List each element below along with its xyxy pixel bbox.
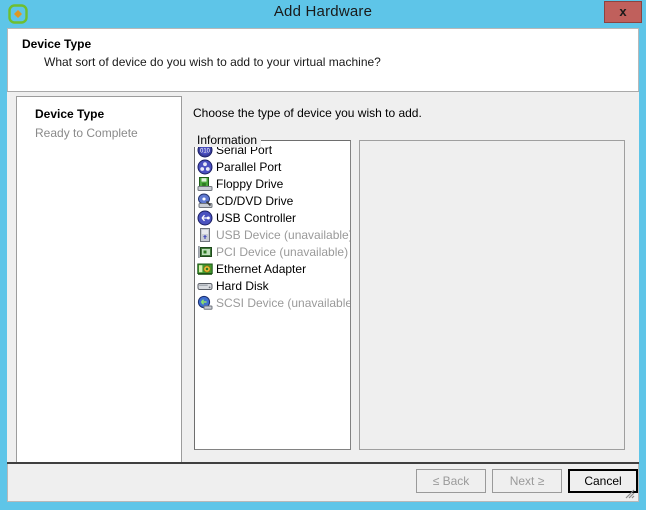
cd-dvd-drive-icon [197,193,213,209]
page-title: Device Type [22,37,92,51]
list-item[interactable]: Ethernet Adapter [195,260,350,277]
list-item-label: USB Controller [216,210,297,225]
list-item[interactable]: Floppy Drive [195,175,350,192]
list-item-label: Floppy Drive [216,176,284,191]
hard-disk-icon [197,278,213,294]
usb-device-icon [197,227,213,243]
list-item: USB Device (unavailable) [195,226,350,243]
content-area: Choose the type of device you wish to ad… [183,92,639,482]
next-button[interactable]: Next ≥ [492,469,562,493]
dialog-footer: ≤ Back Next ≥ Cancel [7,464,639,502]
list-item-label: USB Device (unavailable) [216,227,351,242]
list-item-label: PCI Device (unavailable) [216,244,349,259]
dialog-header: Device Type What sort of device do you w… [7,28,639,91]
resize-grip-icon[interactable] [623,487,635,499]
parallel-port-icon [197,159,213,175]
device-type-listbox[interactable]: 010 Serial Port Parallel Port Floppy Dri… [194,140,351,450]
choose-device-prompt: Choose the type of device you wish to ad… [193,106,422,120]
sidebar-item-device-type[interactable]: Device Type [35,107,104,121]
scsi-device-icon [197,295,213,311]
list-item-label: Parallel Port [216,159,282,174]
list-item[interactable]: Hard Disk [195,277,350,294]
dialog-body: Device Type Ready to Complete Choose the… [7,92,639,482]
close-icon[interactable]: x [604,1,642,23]
usb-controller-icon [197,210,213,226]
ethernet-adapter-icon [197,261,213,277]
svg-text:010: 010 [200,148,211,154]
information-panel [359,140,625,450]
sidebar-item-ready-to-complete[interactable]: Ready to Complete [35,126,138,140]
list-item: SCSI Device (unavailable) [195,294,350,311]
back-button[interactable]: ≤ Back [416,469,486,493]
list-item: PCI Device (unavailable) [195,243,350,260]
list-item[interactable]: USB Controller [195,209,350,226]
page-subtitle: What sort of device do you wish to add t… [44,55,381,69]
list-item[interactable]: CD/DVD Drive [195,192,350,209]
pci-device-icon [197,244,213,260]
list-item[interactable]: Parallel Port [195,158,350,175]
list-item-label: CD/DVD Drive [216,193,294,208]
window-title: Add Hardware [273,3,373,20]
add-hardware-dialog: Add Hardware x Device Type What sort of … [0,0,646,510]
list-item-label: Ethernet Adapter [216,261,307,276]
list-item-label: Hard Disk [216,278,269,293]
floppy-drive-icon [197,176,213,192]
information-group-title: Information [193,133,262,147]
list-item-label: SCSI Device (unavailable) [216,295,351,310]
wizard-step-list: Device Type Ready to Complete [16,96,182,463]
title-bar: Add Hardware x [0,0,646,28]
